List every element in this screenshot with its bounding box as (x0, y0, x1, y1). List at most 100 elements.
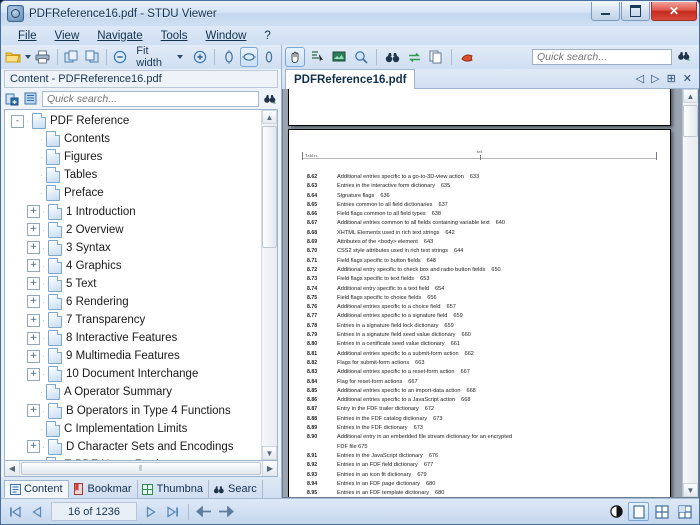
last-page-icon[interactable] (163, 502, 183, 522)
list-icon[interactable] (23, 91, 39, 107)
tree-item[interactable]: ·Contents (11, 130, 261, 148)
tab-list-icon[interactable]: ⊞ (667, 72, 676, 85)
rotate-icon[interactable] (404, 47, 424, 67)
tree-item[interactable]: -·PDF Reference (11, 112, 261, 130)
menu-view[interactable]: View (46, 29, 89, 43)
fit-page-icon[interactable] (260, 47, 278, 67)
expand-icon[interactable]: + (27, 205, 40, 218)
tree-item[interactable]: ·Preface (11, 184, 261, 202)
expand-icon[interactable]: + (27, 241, 40, 254)
expand-icon[interactable]: + (27, 404, 40, 417)
tab-search[interactable]: Searc (209, 480, 263, 498)
tree-item[interactable]: +·D Character Sets and Encodings (11, 438, 261, 456)
fit-height-icon[interactable] (220, 47, 238, 67)
forward-arrow-icon[interactable] (216, 502, 236, 522)
zoom-out-icon[interactable] (111, 47, 129, 67)
tree-item[interactable]: +·1 Introduction (11, 202, 261, 220)
zoom-level-combo[interactable]: Fit width (131, 45, 185, 69)
sidebar-search-go-icon[interactable] (262, 91, 278, 107)
page-indicator[interactable]: 16 of 1236 (51, 502, 137, 521)
tree-item[interactable]: +·3 Syntax (11, 239, 261, 257)
tree-item[interactable]: ·E PDF Name Registry (11, 456, 261, 460)
doc-scroll-down-arrow-icon[interactable]: ▼ (683, 483, 698, 497)
sidebar-search-input[interactable] (42, 91, 259, 107)
four-page-view-icon[interactable] (674, 502, 695, 521)
menu-tools[interactable]: Tools (152, 29, 197, 43)
menu-navigate[interactable]: Navigate (88, 29, 151, 43)
tree-item[interactable]: ·Tables (11, 166, 261, 184)
tab-bookmarks[interactable]: Bookmar (69, 480, 138, 498)
menu-file[interactable]: File (9, 29, 46, 43)
tree-item[interactable]: ·Figures (11, 148, 261, 166)
quick-search-input[interactable] (532, 49, 672, 65)
document-vertical-scrollbar[interactable]: ▲ ▼ (682, 89, 698, 497)
tree-item[interactable]: +·9 Multimedia Features (11, 347, 261, 365)
open-dropdown-caret[interactable] (24, 47, 32, 67)
tree-item[interactable]: +·8 Interactive Features (11, 329, 261, 347)
tree-item[interactable]: ·A Operator Summary (11, 383, 261, 401)
scroll-up-arrow-icon[interactable]: ▲ (262, 110, 277, 124)
menu-window[interactable]: Window (197, 29, 256, 43)
expand-icon[interactable]: + (27, 295, 40, 308)
scroll-right-arrow-icon[interactable]: ▶ (262, 461, 277, 476)
next-page-icon[interactable] (141, 502, 161, 522)
menu-help[interactable]: ? (255, 29, 279, 43)
collapse-icon[interactable]: - (11, 115, 24, 128)
maximize-button[interactable] (621, 2, 650, 21)
doc-scroll-up-arrow-icon[interactable]: ▲ (683, 89, 698, 103)
scroll-left-arrow-icon[interactable]: ◀ (5, 461, 20, 476)
tree-item[interactable]: +·4 Graphics (11, 257, 261, 275)
copy-page-icon[interactable] (63, 47, 81, 67)
new-node-icon[interactable] (4, 91, 20, 107)
expand-icon[interactable]: + (27, 277, 40, 290)
tree-item[interactable]: +·6 Rendering (11, 293, 261, 311)
select-image-icon[interactable] (329, 47, 349, 67)
find-binoculars-icon[interactable] (382, 47, 402, 67)
tree-item[interactable]: +·2 Overview (11, 221, 261, 239)
print-icon[interactable] (34, 47, 52, 67)
tree-item[interactable]: +·7 Transparency (11, 311, 261, 329)
copy-icon[interactable] (426, 47, 446, 67)
search-go-icon[interactable] (677, 50, 691, 65)
expand-icon[interactable]: + (27, 440, 40, 453)
tab-close-icon[interactable]: ✕ (683, 72, 692, 85)
scroll-down-arrow-icon[interactable]: ▼ (262, 446, 277, 460)
paste-page-icon[interactable] (83, 47, 101, 67)
sidebar-scroll-thumb[interactable] (262, 126, 277, 248)
expand-icon[interactable]: + (27, 368, 40, 381)
tab-scroll-right-icon[interactable]: ▷ (651, 72, 659, 85)
two-page-view-icon[interactable] (651, 502, 672, 521)
expand-icon[interactable]: + (27, 350, 40, 363)
magnify-icon[interactable] (351, 47, 371, 67)
page-scroll-area[interactable]: Tables xvi 8.62Additional entries specif… (283, 89, 682, 497)
expand-icon[interactable]: + (27, 259, 40, 272)
open-folder-icon[interactable] (4, 47, 22, 67)
sidebar-horizontal-scrollbar[interactable]: ◀ ⦀ ▶ (4, 461, 278, 477)
expand-icon[interactable]: + (27, 332, 40, 345)
sidebar-hscroll-thumb[interactable]: ⦀ (21, 462, 261, 475)
sidebar-vertical-scrollbar[interactable]: ▲ ▼ (261, 110, 277, 460)
bookmark-icon[interactable] (457, 47, 477, 67)
tab-thumbnails[interactable]: Thumbna (138, 480, 209, 498)
tree-item[interactable]: ·C Implementation Limits (11, 420, 261, 438)
document-tab[interactable]: PDFReference16.pdf (285, 69, 415, 89)
hand-tool-icon[interactable] (285, 47, 305, 67)
tree-item[interactable]: +·5 Text (11, 275, 261, 293)
doc-scroll-thumb[interactable] (683, 105, 698, 137)
tree-item[interactable]: +·10 Document Interchange (11, 365, 261, 383)
single-page-view-icon[interactable] (628, 502, 649, 521)
minimize-button[interactable] (591, 2, 620, 21)
first-page-icon[interactable] (5, 502, 25, 522)
expand-icon[interactable]: + (27, 314, 40, 327)
tab-scroll-left-icon[interactable]: ◁ (636, 72, 644, 85)
expand-icon[interactable]: + (27, 223, 40, 236)
prev-page-icon[interactable] (27, 502, 47, 522)
tree-item[interactable]: +·B Operators in Type 4 Functions (11, 402, 261, 420)
select-text-icon[interactable] (307, 47, 327, 67)
fit-width-icon[interactable] (240, 47, 258, 67)
contrast-icon[interactable] (606, 502, 626, 522)
tab-content[interactable]: Content (4, 480, 69, 498)
back-arrow-icon[interactable] (194, 502, 214, 522)
close-button[interactable]: ✕ (651, 2, 697, 21)
zoom-in-icon[interactable] (191, 47, 209, 67)
